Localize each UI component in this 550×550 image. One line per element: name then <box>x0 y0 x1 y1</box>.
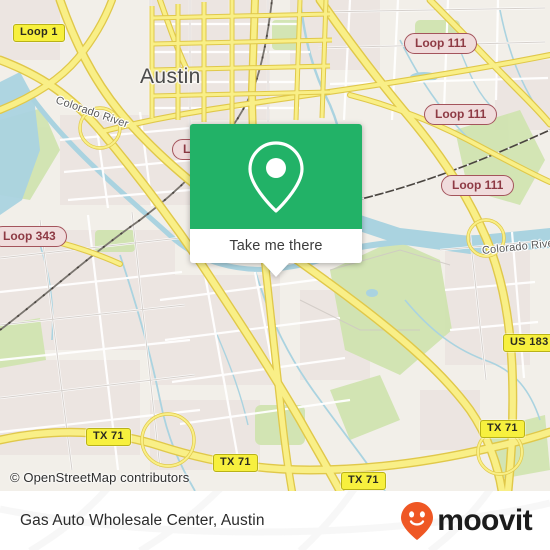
location-pin-icon <box>248 140 304 213</box>
map-callout-card[interactable]: Take me there <box>190 124 362 277</box>
take-me-there-label: Take me there <box>229 238 323 254</box>
moovit-wordmark: moovit <box>437 503 532 537</box>
place-name-label: Gas Auto Wholesale Center, Austin <box>20 511 265 529</box>
callout-tail-pointer <box>263 263 289 277</box>
callout-footer[interactable]: Take me there <box>190 229 362 263</box>
moovit-smiley-pin-icon <box>401 501 434 540</box>
map-screenshot: Loop 1 Loop 111 Loop 111 Loop 111 Loop 3… <box>0 0 550 550</box>
map-canvas[interactable]: Loop 1 Loop 111 Loop 111 Loop 111 Loop 3… <box>0 0 550 491</box>
callout-header <box>190 124 362 229</box>
osm-attribution[interactable]: © OpenStreetMap contributors <box>10 470 189 485</box>
bottom-info-bar: Gas Auto Wholesale Center, Austin moovit <box>0 491 550 550</box>
moovit-brand[interactable]: moovit <box>400 501 533 541</box>
